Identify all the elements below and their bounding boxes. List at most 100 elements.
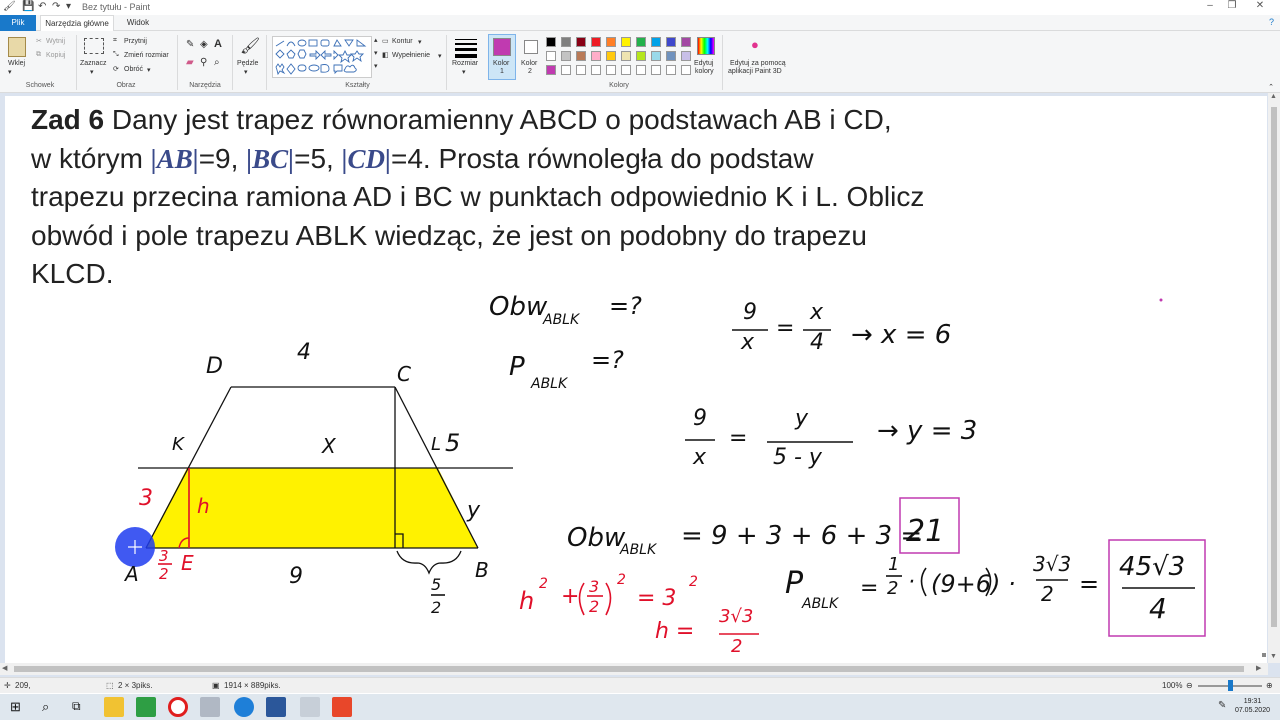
palette-swatch[interactable]: [546, 51, 556, 61]
outline-button[interactable]: Kontur: [392, 38, 413, 45]
vertical-scrollbar[interactable]: ▲ ▼: [1268, 93, 1280, 663]
palette-swatch[interactable]: [681, 37, 691, 47]
outline-dropdown-icon[interactable]: ▾: [418, 38, 422, 46]
edit-colors-button[interactable]: Edytuj: [694, 60, 713, 67]
rotate-dropdown-icon[interactable]: ▾: [147, 66, 151, 74]
customize-quick-access-icon[interactable]: ▾: [66, 1, 71, 12]
file-explorer-icon[interactable]: [104, 697, 124, 717]
palette-swatch[interactable]: [576, 65, 586, 75]
canvas-resize-handle[interactable]: [1262, 653, 1266, 657]
palette-swatch[interactable]: [651, 37, 661, 47]
palette-swatch[interactable]: [621, 51, 631, 61]
palette-swatch[interactable]: [681, 65, 691, 75]
palette-swatch[interactable]: [546, 37, 556, 47]
redo-icon[interactable]: ↷: [52, 1, 60, 12]
palette-swatch[interactable]: [681, 51, 691, 61]
shapes-expand-icon[interactable]: ▾: [374, 62, 378, 70]
save-icon[interactable]: 💾: [22, 1, 34, 12]
horizontal-scrollbar[interactable]: ◀ ▶: [0, 663, 1268, 675]
search-icon[interactable]: ⌕: [42, 699, 49, 715]
color2-swatch[interactable]: [524, 40, 538, 54]
collapse-ribbon-icon[interactable]: ⌃: [1268, 83, 1274, 91]
close-button[interactable]: ✕: [1240, 0, 1280, 15]
select-dropdown-icon[interactable]: ▾: [90, 68, 94, 76]
brush-icon[interactable]: 🖌: [240, 36, 260, 56]
select-button[interactable]: Zaznacz: [80, 60, 106, 67]
palette-swatch[interactable]: [636, 37, 646, 47]
crop-button[interactable]: Przytnij: [124, 38, 147, 45]
palette-swatch[interactable]: [621, 37, 631, 47]
palette-swatch[interactable]: [606, 65, 616, 75]
zoom-in-icon[interactable]: ⊕: [1266, 681, 1273, 690]
paste-button[interactable]: Wklej: [8, 60, 25, 67]
palette-swatch[interactable]: [591, 65, 601, 75]
palette-swatch[interactable]: [651, 51, 661, 61]
scroll-down-icon[interactable]: ▼: [1270, 653, 1277, 660]
magnifier-icon[interactable]: ⌕: [214, 57, 220, 68]
camtasia-recorder-icon[interactable]: [332, 697, 352, 717]
palette-swatch[interactable]: [561, 65, 571, 75]
start-windows-icon[interactable]: ⊞: [10, 699, 21, 715]
scroll-left-icon[interactable]: ◀: [2, 664, 7, 672]
paste-icon[interactable]: [8, 37, 26, 57]
text-tool-icon[interactable]: A: [214, 38, 222, 50]
undo-icon[interactable]: ↶: [38, 1, 46, 12]
size-icon[interactable]: [455, 37, 477, 59]
palette-swatch[interactable]: [561, 37, 571, 47]
palette-swatch[interactable]: [561, 51, 571, 61]
drawing-canvas[interactable]: Zad 6 Dany jest trapez równoramienny ABC…: [5, 96, 1267, 668]
edge-icon[interactable]: [234, 697, 254, 717]
rotate-button[interactable]: Obróć: [124, 66, 143, 73]
app-icon-tools[interactable]: [200, 697, 220, 717]
scroll-right-icon[interactable]: ▶: [1256, 664, 1261, 672]
task-view-icon[interactable]: ⧉: [72, 699, 81, 714]
palette-swatch[interactable]: [636, 65, 646, 75]
palette-swatch[interactable]: [591, 51, 601, 61]
paint3d-button[interactable]: Edytuj za pomocą: [730, 60, 786, 67]
shapes-gallery[interactable]: [272, 36, 372, 78]
copy-button[interactable]: Kopiuj: [46, 52, 65, 59]
paint3d-icon[interactable]: ●: [751, 37, 759, 52]
edit-colors-icon[interactable]: [697, 37, 715, 55]
help-icon[interactable]: ?: [1269, 17, 1274, 27]
brushes-dropdown-icon[interactable]: ▾: [244, 68, 248, 76]
brushes-button[interactable]: Pędzle: [237, 60, 258, 67]
tab-file[interactable]: Plik: [0, 15, 36, 31]
word-icon[interactable]: [266, 697, 286, 717]
size-dropdown-icon[interactable]: ▾: [462, 68, 466, 76]
clock[interactable]: 19:31 07.05.2020: [1235, 697, 1270, 715]
palette-swatch[interactable]: [576, 51, 586, 61]
pencil-icon[interactable]: ✎: [186, 39, 194, 50]
pen-workspace-icon[interactable]: ✎: [1218, 700, 1226, 711]
select-icon[interactable]: [84, 38, 104, 54]
palette-swatch[interactable]: [666, 65, 676, 75]
palette-swatch[interactable]: [576, 37, 586, 47]
eraser-icon[interactable]: ▰: [186, 57, 194, 68]
palette-swatch[interactable]: [651, 65, 661, 75]
palette-swatch[interactable]: [591, 37, 601, 47]
horizontal-scroll-thumb[interactable]: [14, 666, 1244, 672]
shapes-scroll-down-icon[interactable]: ▾: [374, 49, 378, 57]
cut-button[interactable]: Wytnij: [46, 38, 65, 45]
palette-swatch[interactable]: [666, 37, 676, 47]
camtasia-icon[interactable]: [136, 697, 156, 717]
paste-dropdown-icon[interactable]: ▾: [8, 68, 12, 76]
palette-swatch[interactable]: [636, 51, 646, 61]
fill-shape-dropdown-icon[interactable]: ▾: [438, 52, 442, 60]
zoom-out-icon[interactable]: ⊖: [1186, 681, 1193, 690]
shapes-scroll-up-icon[interactable]: ▴: [374, 36, 378, 44]
fill-icon[interactable]: ◈: [200, 39, 208, 50]
palette-swatch[interactable]: [546, 65, 556, 75]
palette-swatch[interactable]: [606, 37, 616, 47]
vertical-scroll-thumb[interactable]: [1271, 107, 1277, 627]
size-button[interactable]: Rozmiar: [452, 60, 478, 67]
resize-button[interactable]: Zmień rozmiar: [124, 52, 169, 59]
paint-taskbar-icon[interactable]: [300, 697, 320, 717]
palette-swatch[interactable]: [606, 51, 616, 61]
palette-swatch[interactable]: [621, 65, 631, 75]
fill-shape-button[interactable]: Wypełnienie: [392, 52, 430, 59]
zoom-slider-thumb[interactable]: [1228, 680, 1233, 691]
tab-view[interactable]: Widok: [118, 15, 158, 31]
color-picker-icon[interactable]: ⚲: [200, 57, 207, 68]
palette-swatch[interactable]: [666, 51, 676, 61]
